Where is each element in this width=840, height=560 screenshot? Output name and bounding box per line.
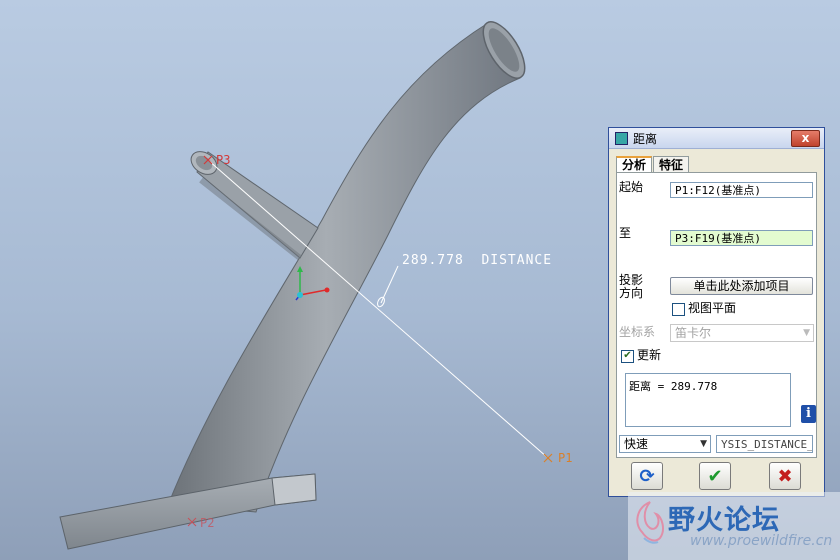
projection-label-line2: 方向 [619,286,644,300]
cancel-button[interactable]: ✖ [769,462,801,490]
watermark-title: 野火论坛 [668,505,780,536]
close-button[interactable]: x [791,130,820,147]
result-text: 距离 = 289.778 [629,380,718,393]
distance-dimension-text: 289.778 DISTANCE [402,253,552,268]
update-label: 更新 [637,348,662,362]
chevron-down-icon: ▼ [803,328,810,338]
view-plane-checkbox[interactable] [672,303,685,316]
watermark-logo-icon [636,501,664,544]
chevron-down-icon: ▼ [700,439,707,449]
refresh-icon: ⟳ [639,465,655,487]
tab-feature[interactable]: 特征 [653,156,690,173]
view-plane-label: 视图平面 [688,301,737,315]
watermark-url: www.proewildfire.cn [690,533,833,549]
distance-dialog: 距离 x 分析 特征 起始 P1:F12(基准点) 至 P3:F19(基准点) … [608,127,825,497]
mode-select[interactable]: 快速 ▼ [619,435,711,453]
result-text-area[interactable]: 距离 = 289.778 [625,373,791,427]
csys-select: 笛卡尔 ▼ [670,324,814,342]
p1-label: P1 [558,451,572,465]
dialog-titlebar[interactable]: 距离 x [609,128,824,149]
add-projection-button[interactable]: 单击此处添加项目 [670,277,813,295]
from-label: 起始 [619,180,644,194]
p1-marker-icon [543,453,553,463]
dialog-app-icon [615,131,628,145]
to-field[interactable]: P3:F19(基准点) [670,230,813,246]
analysis-panel: 起始 P1:F12(基准点) 至 P3:F19(基准点) 投影 方向 单击此处添… [616,172,817,458]
to-label: 至 [619,226,632,240]
csys-label: 坐标系 [619,325,656,339]
csys-select-value: 笛卡尔 [675,326,712,340]
update-checkbox[interactable]: ✔ [621,350,634,363]
dialog-title: 距离 [633,131,658,146]
info-icon[interactable]: i [801,405,816,423]
feature-name-field[interactable]: YSIS_DISTANCE_1 [716,435,813,453]
mode-select-value: 快速 [624,437,649,451]
branch-tube [190,151,319,261]
from-field[interactable]: P1:F12(基准点) [670,182,813,198]
ok-button[interactable]: ✔ [699,462,731,490]
dialog-tabs: 分析 特征 [616,156,690,175]
repeat-button[interactable]: ⟳ [631,462,663,490]
close-icon: ✖ [777,465,793,487]
checkmark-icon: ✔ [707,465,723,487]
p2-label: P2 [200,516,214,530]
p3-label: P3 [216,153,230,167]
